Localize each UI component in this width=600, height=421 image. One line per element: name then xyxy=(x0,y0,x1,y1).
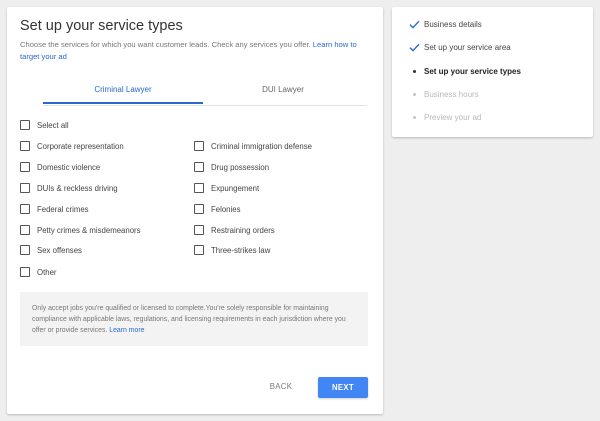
service-checkbox-three-strikes-law[interactable]: Three-strikes law xyxy=(194,244,270,256)
checkbox-box xyxy=(20,245,30,255)
next-button[interactable]: NEXT xyxy=(318,377,368,398)
checkbox-box xyxy=(20,204,30,214)
step-label: Business hours xyxy=(424,89,479,99)
notice-text: Only accept jobs you're qualified or lic… xyxy=(32,305,346,335)
pending-step-dot-icon xyxy=(408,115,420,119)
service-label: Expungement xyxy=(211,183,260,193)
pending-step-dot-icon xyxy=(408,92,420,96)
page-title: Set up your service types xyxy=(20,18,183,34)
service-checkbox-federal-crimes[interactable]: Federal crimes xyxy=(20,203,89,215)
step-label: Preview your ad xyxy=(424,112,482,122)
checkbox-box xyxy=(194,141,204,151)
checkbox-box xyxy=(194,204,204,214)
checkbox-box xyxy=(20,267,30,277)
checkbox-box xyxy=(20,141,30,151)
service-types-card: Set up your service types Choose the ser… xyxy=(7,7,383,414)
service-label: Corporate representation xyxy=(37,141,124,151)
step-label: Business details xyxy=(424,19,482,29)
checkbox-box xyxy=(194,162,204,172)
service-label: Three-strikes law xyxy=(211,245,271,255)
back-button[interactable]: BACK xyxy=(261,377,301,397)
service-checkbox-duis-reckless-driving[interactable]: DUIs & reckless driving xyxy=(20,182,118,194)
checkbox-box xyxy=(20,225,30,235)
description-text: Choose the services for which you want c… xyxy=(20,40,311,49)
service-label: DUIs & reckless driving xyxy=(37,183,118,193)
service-checkbox-felonies[interactable]: Felonies xyxy=(194,203,240,215)
step-preview-ad: Preview your ad xyxy=(408,109,481,125)
checkbox-box xyxy=(20,183,30,193)
learn-more-link[interactable]: Learn more xyxy=(109,327,144,334)
service-checkbox-restraining-orders[interactable]: Restraining orders xyxy=(194,224,275,236)
lawyer-type-tabs: Criminal Lawyer DUI Lawyer xyxy=(43,83,367,106)
service-checkbox-drug-possession[interactable]: Drug possession xyxy=(194,161,269,173)
setup-progress-card: Business details Set up your service are… xyxy=(392,7,593,137)
service-label: Restraining orders xyxy=(211,225,275,235)
tab-dui-lawyer[interactable]: DUI Lawyer xyxy=(203,83,363,104)
service-label: Petty crimes & misdemeanors xyxy=(37,225,141,235)
step-business-details: Business details xyxy=(408,16,482,32)
check-icon xyxy=(408,43,420,52)
service-checkbox-sex-offenses[interactable]: Sex offenses xyxy=(20,244,82,256)
current-step-dot-icon xyxy=(408,69,420,73)
compliance-notice: Only accept jobs you're qualified or lic… xyxy=(20,292,368,346)
service-label: Drug possession xyxy=(211,162,270,172)
step-service-types: Set up your service types xyxy=(408,63,521,79)
service-checkbox-other[interactable]: Other xyxy=(20,266,57,278)
tab-criminal-lawyer[interactable]: Criminal Lawyer xyxy=(43,83,203,104)
check-icon xyxy=(408,20,420,29)
select-all-label: Select all xyxy=(37,120,69,130)
checkbox-box xyxy=(194,183,204,193)
checkbox-box xyxy=(20,120,30,130)
service-label: Other xyxy=(37,267,57,277)
step-label: Set up your service types xyxy=(424,66,521,76)
service-label: Felonies xyxy=(211,204,241,214)
service-label: Sex offenses xyxy=(37,245,82,255)
checkbox-box xyxy=(20,162,30,172)
step-service-area: Set up your service area xyxy=(408,39,511,55)
select-all-checkbox[interactable]: Select all xyxy=(20,119,69,131)
service-checkbox-domestic-violence[interactable]: Domestic violence xyxy=(20,161,100,173)
service-label: Federal crimes xyxy=(37,204,89,214)
checkbox-box xyxy=(194,225,204,235)
checkbox-box xyxy=(194,245,204,255)
service-label: Domestic violence xyxy=(37,162,101,172)
service-checkbox-criminal-immigration-defense[interactable]: Criminal immigration defense xyxy=(194,140,312,152)
step-label: Set up your service area xyxy=(424,42,511,52)
service-checkbox-petty-crimes-misdemeanors[interactable]: Petty crimes & misdemeanors xyxy=(20,224,141,236)
step-business-hours: Business hours xyxy=(408,86,479,102)
service-checkbox-expungement[interactable]: Expungement xyxy=(194,182,259,194)
service-checkbox-corporate-representation[interactable]: Corporate representation xyxy=(20,140,124,152)
service-label: Criminal immigration defense xyxy=(211,141,312,151)
page-description: Choose the services for which you want c… xyxy=(20,39,370,63)
